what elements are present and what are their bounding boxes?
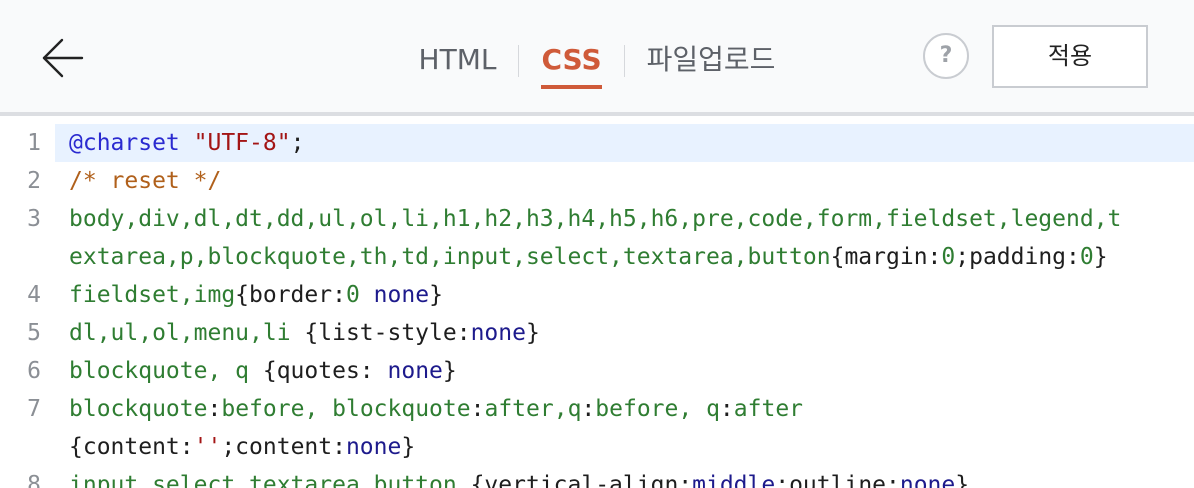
code-token: blockquote [69, 396, 208, 422]
question-mark-icon: ? [939, 43, 953, 68]
code-token: } [442, 358, 457, 384]
code-token: before [221, 396, 305, 422]
code-token: , blockquote [304, 396, 471, 422]
code-token: ,q [553, 396, 582, 422]
code-token: after [484, 396, 554, 422]
code-token: } [525, 320, 540, 346]
code-token: 0 [345, 282, 360, 308]
code-line[interactable]: 3 body,div,dl,dt,dd,ul,ol,li,h1,h2,h3,h4,… [0, 200, 1194, 238]
code-line[interactable]: 8 input,select,textarea,button {vertical-… [0, 466, 1194, 488]
code-token: } [429, 282, 443, 308]
code-token: : [207, 396, 222, 422]
code-token: : [581, 396, 596, 422]
code-token: none [373, 282, 430, 308]
code-line[interactable]: 1 @charset "UTF-8"; [0, 124, 1194, 162]
editor-header: HTML CSS 파일업로드 ? 적용 [0, 0, 1194, 116]
code-token: {border: [235, 282, 346, 308]
tab-divider [623, 45, 625, 77]
code-token: } [955, 472, 970, 488]
line-number: 2 [27, 168, 41, 194]
code-token: 0 [941, 244, 956, 270]
code-token: none [470, 320, 526, 346]
code-token: body,div,dl,dt,dd,ul,ol,li,h1,h2,h3,h4,h… [69, 206, 1122, 232]
code-token: ;padding: [955, 244, 1080, 270]
code-token: ; [290, 130, 305, 156]
code-token: none [387, 358, 443, 384]
help-button[interactable]: ? [923, 33, 969, 79]
code-token: dl,ul,ol,menu,li [69, 320, 291, 346]
line-number: 6 [27, 358, 41, 384]
code-line[interactable]: {content:'';content:none} [0, 428, 1194, 466]
code-text: /* reset */ [55, 162, 1194, 200]
code-token: fieldset,img [69, 282, 236, 308]
code-text: {content:'';content:none} [55, 428, 1194, 466]
line-number: 8 [27, 472, 41, 488]
code-line[interactable]: 6 blockquote, q {quotes: none} [0, 352, 1194, 390]
code-token: {margin: [830, 244, 942, 270]
code-text: body,div,dl,dt,dd,ul,ol,li,h1,h2,h3,h4,h… [55, 200, 1194, 238]
line-number [0, 428, 55, 466]
code-token: none [899, 472, 956, 488]
code-line[interactable]: 7 blockquote:before, blockquote:after,q:b… [0, 390, 1194, 428]
code-token: {quotes: [249, 358, 388, 384]
code-token: ;outline: [775, 472, 900, 488]
code-text: fieldset,img{border:0 none} [55, 276, 1194, 314]
code-token: , q [678, 396, 720, 422]
code-text: extarea,p,blockquote,th,td,input,select,… [55, 238, 1194, 276]
code-token: {vertical-align: [456, 472, 693, 488]
code-line[interactable]: 2 /* reset */ [0, 162, 1194, 200]
code-token: /* reset */ [69, 168, 222, 194]
code-token: {content: [69, 434, 194, 460]
code-token: "UTF-8" [193, 130, 291, 156]
code-token: before [595, 396, 679, 422]
code-text: blockquote, q {quotes: none} [55, 352, 1194, 390]
code-token: '' [193, 434, 222, 460]
code-token: middle [692, 472, 776, 488]
css-code-editor[interactable]: 1 @charset "UTF-8"; 2 /* reset */ 3 body,div,… [0, 124, 1194, 488]
line-number: 7 [27, 396, 41, 422]
code-token: } [1093, 244, 1108, 270]
apply-button[interactable]: 적용 [992, 25, 1148, 88]
code-token: none [345, 434, 402, 460]
line-number [0, 238, 55, 276]
code-text: dl,ul,ol,menu,li {list-style:none} [55, 314, 1194, 352]
code-text: blockquote:before, blockquote:after,q:be… [55, 390, 1194, 428]
code-token: ;content: [221, 434, 346, 460]
code-token: input,select,textarea,button [69, 472, 457, 488]
code-token: blockquote, q [69, 358, 250, 384]
code-token: extarea,p,blockquote,th,td,input,select,… [69, 244, 831, 270]
line-number: 5 [27, 320, 41, 346]
code-token: : [719, 396, 734, 422]
code-token: after [733, 396, 804, 422]
line-number: 1 [27, 130, 41, 156]
tab-html[interactable]: HTML [419, 40, 497, 89]
tab-css[interactable]: CSS [541, 40, 602, 89]
code-line[interactable]: 4 fieldset,img{border:0 none} [0, 276, 1194, 314]
code-text: @charset "UTF-8"; [55, 124, 1194, 162]
line-number: 4 [27, 282, 41, 308]
code-text: input,select,textarea,button {vertical-a… [55, 466, 1194, 488]
tab-file-upload[interactable]: 파일업로드 [647, 40, 776, 89]
code-token: {list-style: [290, 320, 471, 346]
tab-divider [518, 45, 520, 77]
code-token: @charset [69, 130, 180, 156]
code-token: : [470, 396, 485, 422]
code-line[interactable]: extarea,p,blockquote,th,td,input,select,… [0, 238, 1194, 276]
line-number: 3 [27, 206, 41, 232]
code-token: } [401, 434, 416, 460]
code-line[interactable]: 5 dl,ul,ol,menu,li {list-style:none} [0, 314, 1194, 352]
code-token: 0 [1079, 244, 1094, 270]
